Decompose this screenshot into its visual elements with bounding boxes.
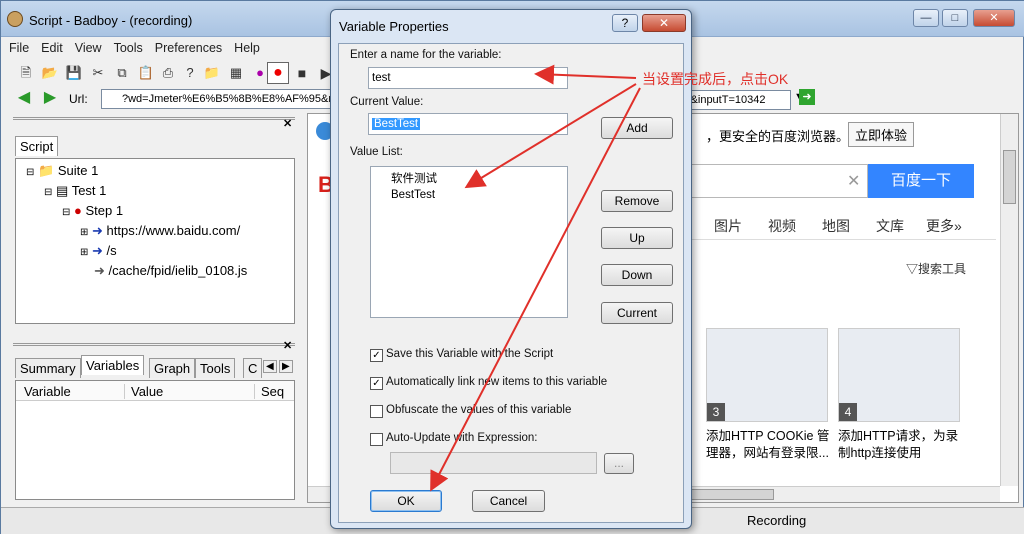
arrow-to-name — [534, 64, 637, 85]
arrow-to-list — [464, 83, 637, 189]
annotation-text: 当设置完成后，点击OK — [642, 71, 789, 87]
arrow-to-ok — [430, 87, 641, 492]
annotation-overlay — [430, 64, 641, 492]
